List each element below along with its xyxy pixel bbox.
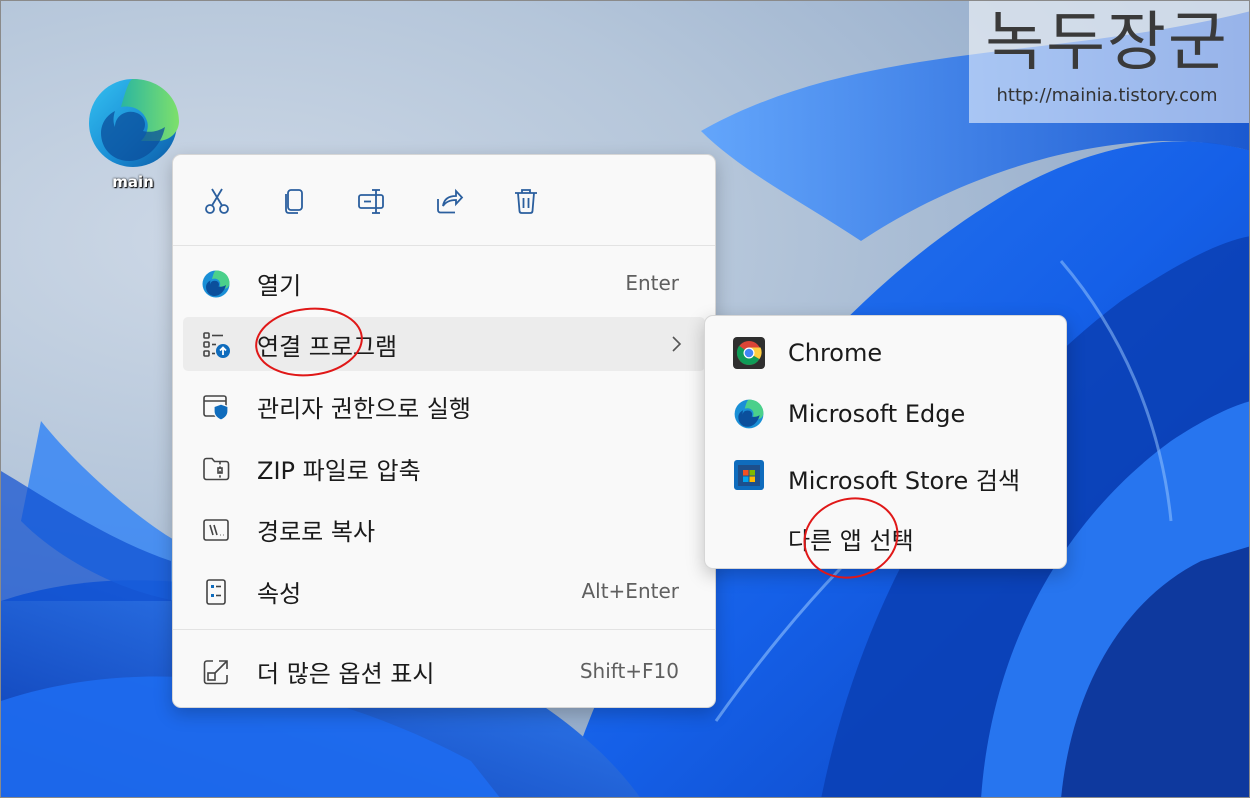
edge-icon [201,269,231,299]
watermark-url: http://mainia.tistory.com [996,85,1218,106]
menu-item-shortcut: Alt+Enter [581,579,679,603]
menu-item-label: 관리자 권한으로 실행 [257,394,471,423]
submenu-item-label: Microsoft Edge [788,400,966,428]
chevron-right-icon [672,336,682,352]
delete-button[interactable] [506,181,546,221]
watermark-title: 녹두장군 [985,6,1229,80]
menu-item-open[interactable]: 열기 Enter [183,256,705,310]
admin-shield-icon [201,392,231,422]
menu-item-show-more-options[interactable]: 더 많은 옵션 표시 Shift+F10 [183,644,705,698]
menu-item-label: ZIP 파일로 압축 [257,456,421,485]
watermark: 녹두장군 http://mainia.tistory.com [969,1,1249,123]
menu-item-zip[interactable]: ZIP 파일로 압축 [183,441,705,495]
separator [173,629,715,630]
cut-icon [205,188,229,214]
menu-item-shortcut: Shift+F10 [579,659,679,683]
context-menu-toolbar [173,155,715,245]
store-icon [734,460,764,490]
more-options-icon [201,657,231,687]
copy-path-icon [201,515,231,545]
menu-item-label: 더 많은 옵션 표시 [257,659,435,688]
separator [173,245,715,246]
zip-folder-icon [201,454,231,484]
menu-item-shortcut: Enter [625,271,679,295]
menu-item-label: 경로로 복사 [257,517,376,546]
chrome-icon [733,337,765,369]
menu-item-properties[interactable]: 속성 Alt+Enter [183,564,705,618]
context-menu: 열기 Enter 연결 프로그램 관리자 권한으로 실행 ZIP 파일로 압축 … [172,154,716,708]
delete-icon [515,189,537,214]
submenu-item-label: Microsoft Store 검색 [788,467,1021,495]
submenu-item-edge[interactable]: Microsoft Edge [713,386,1058,442]
annotation-circle [255,307,363,377]
share-icon [437,188,464,214]
rename-icon [358,189,384,214]
submenu-item-chrome[interactable]: Chrome [713,325,1058,381]
rename-button[interactable] [352,181,392,221]
desktop-shortcut-main[interactable]: main [81,75,185,191]
properties-icon [201,577,231,607]
open-with-icon [201,330,231,360]
copy-icon [285,189,303,214]
edge-icon [89,79,179,167]
annotation-circle [803,497,899,579]
submenu-item-label: Chrome [788,339,883,367]
edge-icon [734,399,764,429]
menu-item-copy-path[interactable]: 경로로 복사 [183,502,705,556]
cut-button[interactable] [197,181,237,221]
submenu-item-store-search[interactable]: Microsoft Store 검색 [713,447,1058,503]
menu-item-label: 열기 [257,271,302,300]
desktop-icon-label: main [112,173,154,191]
menu-item-run-as-admin[interactable]: 관리자 권한으로 실행 [183,379,705,433]
desktop: main 녹두장군 http://mainia.tistory.com 열기 E… [0,0,1250,798]
share-button[interactable] [429,181,469,221]
menu-item-label: 속성 [257,579,302,608]
copy-button[interactable] [274,181,314,221]
